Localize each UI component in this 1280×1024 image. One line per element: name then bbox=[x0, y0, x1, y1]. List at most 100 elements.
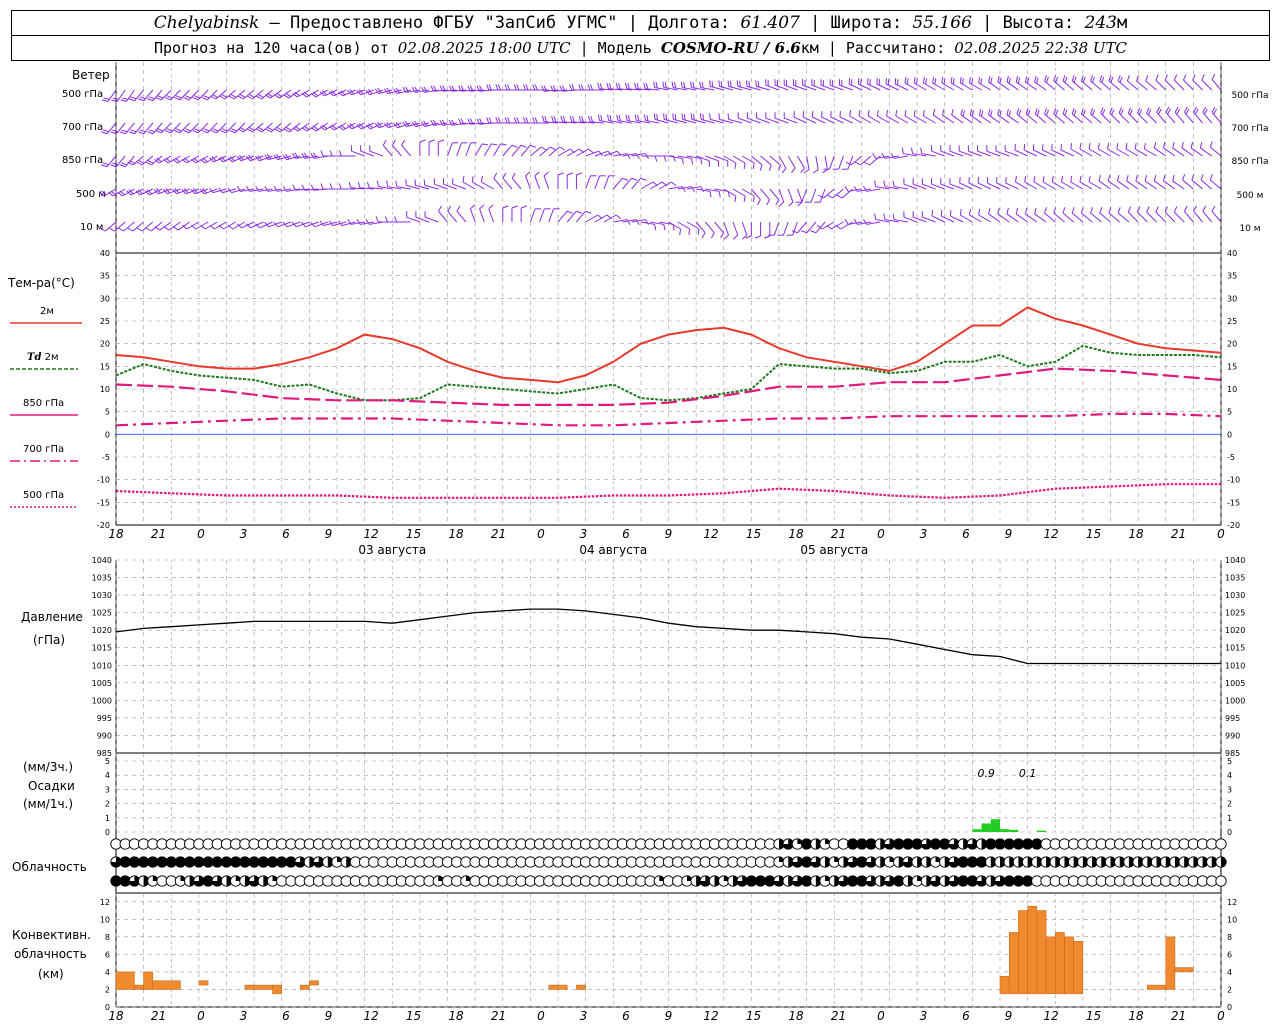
wind-barb bbox=[99, 221, 117, 232]
precip-annotation: 0.9 bbox=[977, 767, 995, 780]
wind-barb bbox=[282, 186, 301, 192]
wind-barb bbox=[301, 122, 319, 132]
wind-barb-flag bbox=[1117, 75, 1121, 82]
wind-barb-flag bbox=[462, 175, 465, 183]
wind-barb-flag bbox=[656, 114, 658, 121]
wind-barb bbox=[511, 205, 518, 222]
wind-barb-flag bbox=[1034, 76, 1037, 83]
wind-barb-flag bbox=[942, 109, 945, 116]
wind-barb-flag bbox=[1088, 142, 1091, 150]
wind-barb-flag bbox=[1090, 108, 1094, 115]
wind-barb-flag bbox=[812, 169, 819, 174]
conv-bar bbox=[1045, 936, 1056, 995]
conv-bar bbox=[1055, 932, 1065, 995]
wind-barb-flag bbox=[711, 81, 714, 88]
cloud-circle bbox=[1215, 875, 1227, 887]
wind-barb bbox=[1164, 74, 1176, 91]
wind-barb bbox=[832, 155, 844, 170]
wind-barb-flag bbox=[700, 186, 705, 192]
wind-barb-staff bbox=[828, 155, 835, 170]
wind-barb-flag bbox=[212, 94, 218, 98]
wind-barb-flag bbox=[201, 96, 208, 101]
wind-barb-flag bbox=[1079, 175, 1082, 183]
wind-barb-flag bbox=[511, 205, 518, 209]
temp-tick-right: 20 bbox=[1227, 340, 1237, 349]
wind-barb-flag bbox=[734, 162, 737, 170]
pressure-tick-right: 1030 bbox=[1225, 591, 1245, 600]
conv-tick-left: 10 bbox=[100, 915, 110, 924]
wind-barb-flag bbox=[960, 109, 963, 116]
conv-time-tick: 9 bbox=[1005, 1009, 1013, 1023]
wind-barb-staff bbox=[1163, 180, 1176, 190]
wind-barb-flag bbox=[701, 82, 704, 89]
wind-barb bbox=[977, 145, 991, 157]
wind-barb bbox=[118, 221, 135, 232]
wind-barb-staff bbox=[810, 188, 817, 203]
wind-barb-flag bbox=[338, 183, 342, 190]
wind-barb-flag bbox=[447, 205, 452, 212]
wind-barb-flag bbox=[1100, 107, 1104, 114]
wind-barb-flag bbox=[1008, 77, 1011, 84]
wind-level-right-label: 850 гПа bbox=[1231, 157, 1268, 167]
wind-barb-flag bbox=[482, 143, 489, 146]
wind-barb-staff bbox=[1164, 79, 1176, 91]
wind-barb-flag bbox=[920, 147, 923, 154]
wind-barb-flag bbox=[511, 144, 518, 148]
wind-barb-flag bbox=[1173, 206, 1178, 213]
wind-barb bbox=[612, 177, 629, 190]
wind-barb bbox=[1071, 108, 1084, 124]
pressure-tick-left: 1025 bbox=[92, 609, 112, 618]
wind-barb bbox=[876, 78, 890, 91]
conv-bar bbox=[309, 980, 319, 986]
wind-barb-staff bbox=[769, 188, 780, 201]
wind-barb-flag bbox=[732, 234, 739, 240]
wind-barb-staff bbox=[493, 143, 501, 157]
wind-barb-staff bbox=[741, 221, 748, 236]
wind-barb-flag bbox=[256, 95, 263, 100]
wind-barb-staff bbox=[401, 144, 412, 157]
conv-time-tick: 15 bbox=[1086, 1009, 1101, 1023]
wind-barb-flag bbox=[1155, 74, 1159, 81]
wind-barb-flag bbox=[754, 235, 761, 239]
wind-barb-flag bbox=[1118, 107, 1122, 114]
wind-barb-staff bbox=[1164, 211, 1176, 223]
wind-barb-flag bbox=[247, 95, 253, 100]
pressure-tick-left: 1020 bbox=[92, 626, 112, 635]
wind-barb-flag bbox=[1045, 76, 1049, 83]
wind-barb-flag bbox=[1027, 109, 1031, 116]
conv-time-tick: 12 bbox=[703, 1009, 718, 1023]
wind-barb bbox=[649, 181, 668, 190]
wind-barb bbox=[1062, 207, 1074, 223]
wind-barb-flag bbox=[543, 171, 549, 177]
wind-barb bbox=[968, 177, 982, 190]
wind-barb-flag bbox=[1127, 206, 1132, 213]
conv-time-tick: 6 bbox=[962, 1009, 970, 1023]
wind-barb-flag bbox=[103, 97, 110, 100]
wind-barb-flag bbox=[904, 76, 907, 84]
wind-barb bbox=[709, 113, 724, 124]
wind-barb-flag bbox=[99, 227, 106, 232]
precip-tick-right: 5 bbox=[1227, 757, 1232, 766]
wind-barb bbox=[483, 143, 498, 157]
wind-barb bbox=[1032, 144, 1047, 157]
wind-barb-flag bbox=[544, 116, 548, 123]
wind-barb-flag bbox=[739, 81, 741, 88]
wind-barb bbox=[376, 180, 393, 190]
wind-barb-flag bbox=[606, 82, 609, 89]
wind-barb-flag bbox=[386, 180, 389, 187]
wind-barb-flag bbox=[951, 109, 954, 116]
wind-barb-staff bbox=[1025, 213, 1038, 223]
temp-tick-right: 10 bbox=[1227, 385, 1237, 394]
pressure-tick-left: 1005 bbox=[92, 679, 112, 688]
wind-barb-flag bbox=[1193, 205, 1197, 212]
wind-barb-flag bbox=[1024, 76, 1028, 83]
wind-barb bbox=[174, 122, 191, 134]
wind-barb bbox=[1117, 207, 1130, 223]
wind-barb-flag bbox=[155, 96, 162, 101]
wind-barb bbox=[1200, 174, 1213, 190]
wind-barb-staff bbox=[1127, 211, 1139, 223]
wind-barb bbox=[218, 221, 236, 230]
wind-barb-staff bbox=[1183, 210, 1194, 223]
wind-barb-flag bbox=[507, 117, 511, 124]
pressure-tick-right: 1025 bbox=[1225, 609, 1245, 618]
